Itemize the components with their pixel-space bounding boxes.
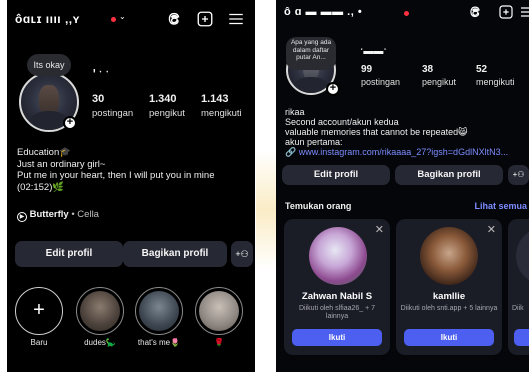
suggestion-subtitle: Diikuti oleh slfiaa26_ + 7 lainnya — [298, 305, 376, 320]
notification-dot — [111, 17, 116, 22]
username-switcher[interactable]: ôɑʟɪ​​ ıııı ,,ʏ — [15, 12, 110, 26]
suggestion-avatar[interactable] — [309, 227, 367, 285]
music-title: Butterfly — [29, 209, 69, 220]
suggestion-avatar[interactable] — [420, 227, 478, 285]
bio-category: Education🎓 — [17, 147, 72, 158]
stat-posts[interactable]: 30 postingan — [92, 93, 133, 119]
left-profile-screen: ôɑʟɪ​​ ıııı ,,ʏ ⌄ + Its okay ꞌ ˑ ˑ 30 po… — [7, 0, 255, 372]
stat-posts-label: postingan — [92, 108, 134, 119]
suggestion-subtitle: Diikuti oleh snti.app + 5 lainnya — [400, 305, 498, 312]
bio-line: rikaa — [285, 107, 305, 117]
suggestion-card[interactable]: ✕ Zahwan Nabil S Diikuti oleh slfiaa26_ … — [284, 219, 390, 355]
suggestion-subtitle: Diik — [512, 305, 524, 312]
stat-following-label: mengikuti — [201, 108, 242, 119]
bio: Education🎓 Just an ordinary girl~ Put me… — [17, 147, 215, 193]
display-name: ˑ▬▬ˑ — [360, 46, 387, 57]
menu-icon[interactable] — [227, 10, 245, 28]
follow-button[interactable]: I — [514, 329, 529, 346]
profile-music[interactable]: ▶ Butterfly • Cella — [17, 209, 99, 222]
share-profile-button[interactable]: Bagikan profil — [395, 165, 503, 185]
link-icon: 🔗 — [285, 147, 297, 157]
bio-link[interactable]: 🔗 www.instagram.com/rikaaaa_27?igsh=dGdl… — [285, 147, 529, 158]
add-person-icon[interactable]: +⚇ — [508, 165, 529, 185]
see-all-link[interactable]: Lihat semua — [474, 201, 527, 211]
highlight-caption: Baru — [30, 338, 48, 347]
suggestion-card[interactable]: Diik I — [508, 219, 529, 355]
bio-line: akun pertama: — [285, 137, 343, 147]
follow-button[interactable]: Ikuti — [404, 329, 494, 346]
chevron-down-icon[interactable]: ⌄ — [119, 12, 126, 21]
notification-dot — [404, 11, 409, 16]
bio-line: valuable memories that cannot be repeate… — [285, 127, 468, 137]
stat-followers-count: 1.340 — [149, 93, 177, 105]
follow-button[interactable]: Ikuti — [292, 329, 382, 346]
music-artist: • Cella — [68, 209, 99, 220]
add-person-icon[interactable]: +⚇ — [231, 241, 253, 267]
highlight-caption: 🌹 — [214, 338, 224, 347]
close-icon[interactable]: ✕ — [375, 223, 384, 236]
stat-followers[interactable]: 1.340 pengikut — [149, 93, 185, 119]
bio-line: (02:152)🌿 — [17, 181, 65, 193]
add-story-icon[interactable]: + — [326, 82, 340, 96]
highlight-caption: that's me🌷 — [137, 338, 181, 347]
edit-profile-button[interactable]: Edit profil — [282, 165, 390, 185]
right-profile-screen: ô ɑ ▬ ▬▬ ., • + Apa yang ada dalam dafta… — [276, 0, 529, 372]
profile-note-bubble[interactable]: Apa yang ada dalam daftar putar An... — [286, 37, 336, 70]
add-story-icon[interactable]: + — [63, 116, 77, 130]
stat-followers-count: 38 — [422, 64, 434, 75]
stat-followers[interactable]: 38 pengikut — [422, 64, 456, 87]
profile-note-bubble[interactable]: Its okay — [27, 54, 71, 76]
share-profile-button[interactable]: Bagikan profil — [123, 241, 227, 267]
watermark-decoration — [256, 150, 278, 270]
username-switcher[interactable]: ô ɑ ▬ ▬▬ ., • — [284, 6, 414, 18]
stat-posts-count: 99 — [361, 64, 373, 75]
highlight-thats-me[interactable]: that's me🌷 — [135, 287, 183, 347]
highlight-dudes[interactable]: dudes🦕 — [76, 287, 124, 347]
bio-link-text: www.instagram.com/rikaaaa_27?igsh=dGdlNX… — [298, 147, 509, 157]
top-bar: ôɑʟɪ​​ ıııı ,,ʏ ⌄ — [7, 0, 255, 38]
stat-following[interactable]: 52 mengikuti — [476, 64, 515, 87]
stat-followers-label: pengikut — [422, 77, 457, 87]
stat-following-label: mengikuti — [476, 77, 515, 87]
menu-icon[interactable] — [519, 4, 529, 20]
stat-followers-label: pengikut — [149, 108, 185, 119]
stat-posts[interactable]: 99 postingan — [361, 64, 400, 87]
highlight-caption: dudes🦕 — [84, 338, 116, 347]
add-post-icon[interactable] — [196, 10, 214, 28]
suggestion-name[interactable]: kamllie — [396, 291, 502, 302]
music-play-icon: ▶ — [17, 212, 27, 222]
suggestion-avatar[interactable] — [516, 227, 529, 285]
stat-posts-label: postingan — [361, 77, 401, 87]
suggestions-title: Temukan orang — [285, 201, 352, 211]
display-name: ꞌ ˑ ˑ — [93, 68, 110, 80]
suggestion-name[interactable]: Zahwan Nabil S — [284, 291, 390, 302]
stat-posts-count: 30 — [92, 93, 105, 105]
stat-following[interactable]: 1.143 mengikuti — [201, 93, 242, 119]
highlight-new[interactable]: + Baru — [15, 287, 63, 347]
highlight-rose[interactable]: 🌹 — [195, 287, 243, 347]
close-icon[interactable]: ✕ — [487, 223, 496, 236]
threads-icon[interactable] — [165, 10, 183, 28]
edit-profile-button[interactable]: Edit profil — [15, 241, 123, 267]
bio-line: Second account/akun kedua — [285, 117, 399, 127]
stat-following-count: 52 — [476, 64, 488, 75]
top-bar: ô ɑ ▬ ▬▬ ., • — [276, 0, 529, 38]
bio-line: Just an ordinary girl~ — [17, 158, 106, 170]
threads-icon[interactable] — [467, 4, 483, 20]
stat-following-count: 1.143 — [201, 93, 229, 105]
plus-icon: + — [19, 291, 59, 331]
add-post-icon[interactable] — [498, 4, 514, 20]
bio-line: Put me in your heart, then I will put yo… — [17, 170, 215, 181]
bio: rikaa Second account/akun kedua valuable… — [285, 107, 468, 147]
suggestion-card[interactable]: ✕ kamllie Diikuti oleh snti.app + 5 lain… — [396, 219, 502, 355]
